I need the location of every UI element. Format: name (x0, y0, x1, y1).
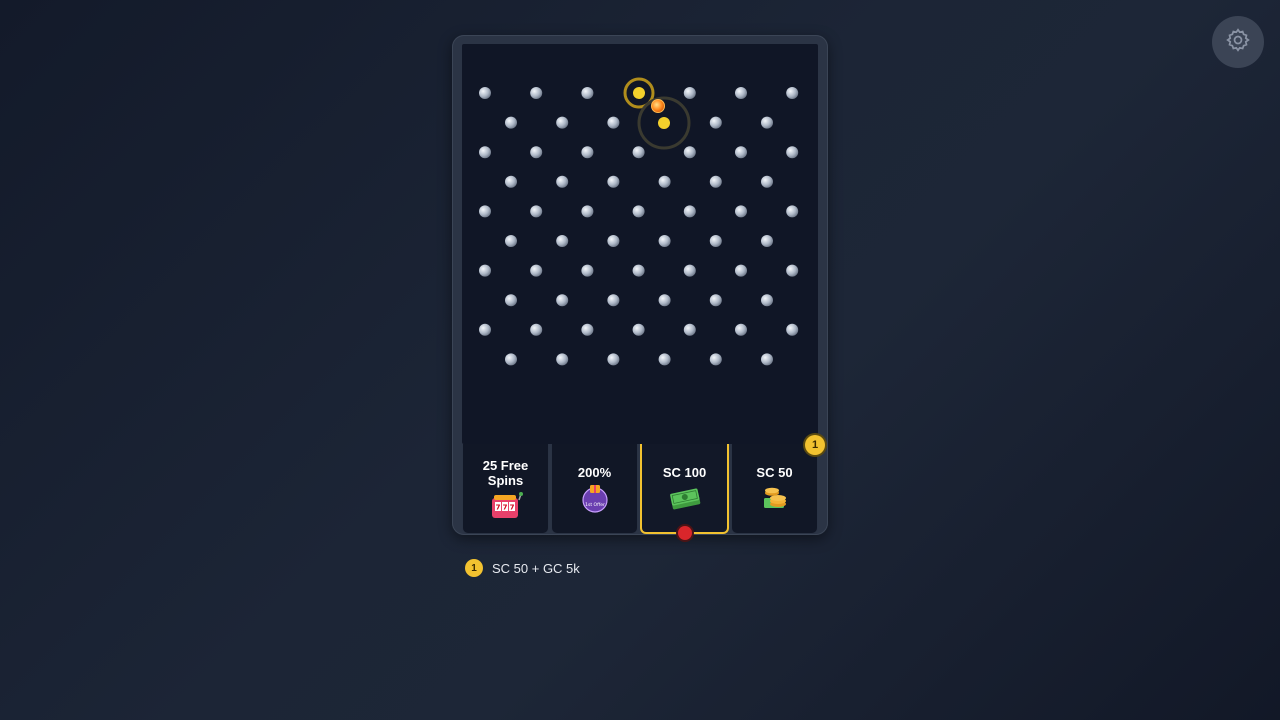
peg (683, 205, 696, 218)
peg (761, 353, 773, 366)
peg (709, 175, 722, 188)
peg (735, 323, 747, 336)
peg (505, 235, 517, 247)
peg (735, 146, 747, 159)
peg (607, 353, 620, 366)
peg (709, 116, 722, 129)
peg (761, 116, 773, 129)
bucket-label: SC 100 (662, 464, 707, 480)
peg (556, 353, 569, 366)
slot-machine-icon: 7 7 7 (489, 491, 523, 520)
peg (683, 146, 696, 159)
peg (479, 87, 491, 99)
peg (479, 205, 491, 218)
peg (632, 264, 645, 277)
legend-text: SC 50 + GC 5k (492, 560, 580, 576)
peg (709, 294, 722, 307)
plinko-board: 25 Free Spins 7 7 7 200% 1st Offer SC 10… (452, 35, 828, 540)
peg (607, 235, 620, 247)
peg (505, 175, 517, 188)
peg (632, 146, 645, 159)
peg (530, 87, 543, 99)
peg (581, 264, 594, 277)
peg (683, 264, 696, 277)
peg (735, 205, 747, 218)
peg (530, 323, 543, 336)
bucket-sc-100[interactable]: SC 100 (640, 444, 729, 540)
peg (556, 175, 569, 188)
peg (761, 294, 773, 307)
offer-badge-icon: 1st Offer (580, 484, 610, 513)
peg (658, 175, 671, 188)
peg (530, 264, 543, 277)
peg (632, 323, 645, 336)
ball-landing-marker (677, 526, 692, 540)
peg (786, 205, 799, 218)
peg (581, 87, 594, 99)
peg (786, 323, 799, 336)
peg (479, 146, 491, 159)
peg (505, 116, 517, 129)
cash-stack-icon (668, 484, 702, 512)
offer-badge-text: 1st Offer (585, 502, 605, 508)
peg (735, 87, 747, 99)
bucket-sc-50[interactable]: SC 50 1 (731, 435, 825, 534)
peg (709, 235, 722, 247)
coin-stack-icon (760, 484, 790, 512)
peg (556, 235, 569, 247)
prize-buckets: 25 Free Spins 7 7 7 200% 1st Offer SC 10… (462, 435, 825, 540)
hit-peg (633, 87, 645, 99)
svg-text:7: 7 (502, 503, 507, 511)
pegs-layer (479, 77, 799, 366)
peg (683, 87, 696, 99)
hit-peg (658, 117, 670, 129)
peg (761, 235, 773, 247)
bucket-label: 200% (577, 465, 612, 480)
peg (556, 294, 569, 307)
peg (505, 353, 517, 366)
peg (581, 146, 594, 159)
peg (632, 205, 645, 218)
peg (735, 264, 747, 277)
peg (581, 323, 594, 336)
peg (607, 175, 620, 188)
prize-legend: 1 SC 50 + GC 5k (465, 559, 580, 577)
peg (658, 294, 671, 307)
gear-icon (1225, 27, 1251, 58)
peg (607, 294, 620, 307)
bucket-marker-badge: 1 (805, 435, 825, 455)
peg (530, 146, 543, 159)
peg (709, 353, 722, 366)
plinko-ball (651, 99, 665, 113)
bucket-label: 25 Free Spins (482, 457, 529, 488)
peg (556, 116, 569, 129)
peg (786, 146, 799, 159)
bucket-free-spins[interactable]: 25 Free Spins 7 7 7 (462, 444, 549, 534)
peg (658, 235, 671, 247)
peg (607, 116, 620, 129)
peg (786, 264, 799, 277)
peg-field (462, 44, 818, 444)
peg (530, 205, 543, 218)
settings-button[interactable] (1212, 16, 1264, 68)
svg-text:7: 7 (495, 503, 500, 511)
peg (479, 264, 491, 277)
peg (505, 294, 517, 307)
bucket-200-percent[interactable]: 200% 1st Offer (551, 444, 638, 534)
legend-coin-badge: 1 (465, 559, 483, 577)
peg (683, 323, 696, 336)
peg (658, 353, 671, 366)
bucket-label: SC 50 (756, 465, 793, 480)
peg (786, 87, 799, 99)
peg (761, 175, 773, 188)
peg (581, 205, 594, 218)
peg (479, 323, 491, 336)
svg-text:7: 7 (509, 503, 514, 511)
